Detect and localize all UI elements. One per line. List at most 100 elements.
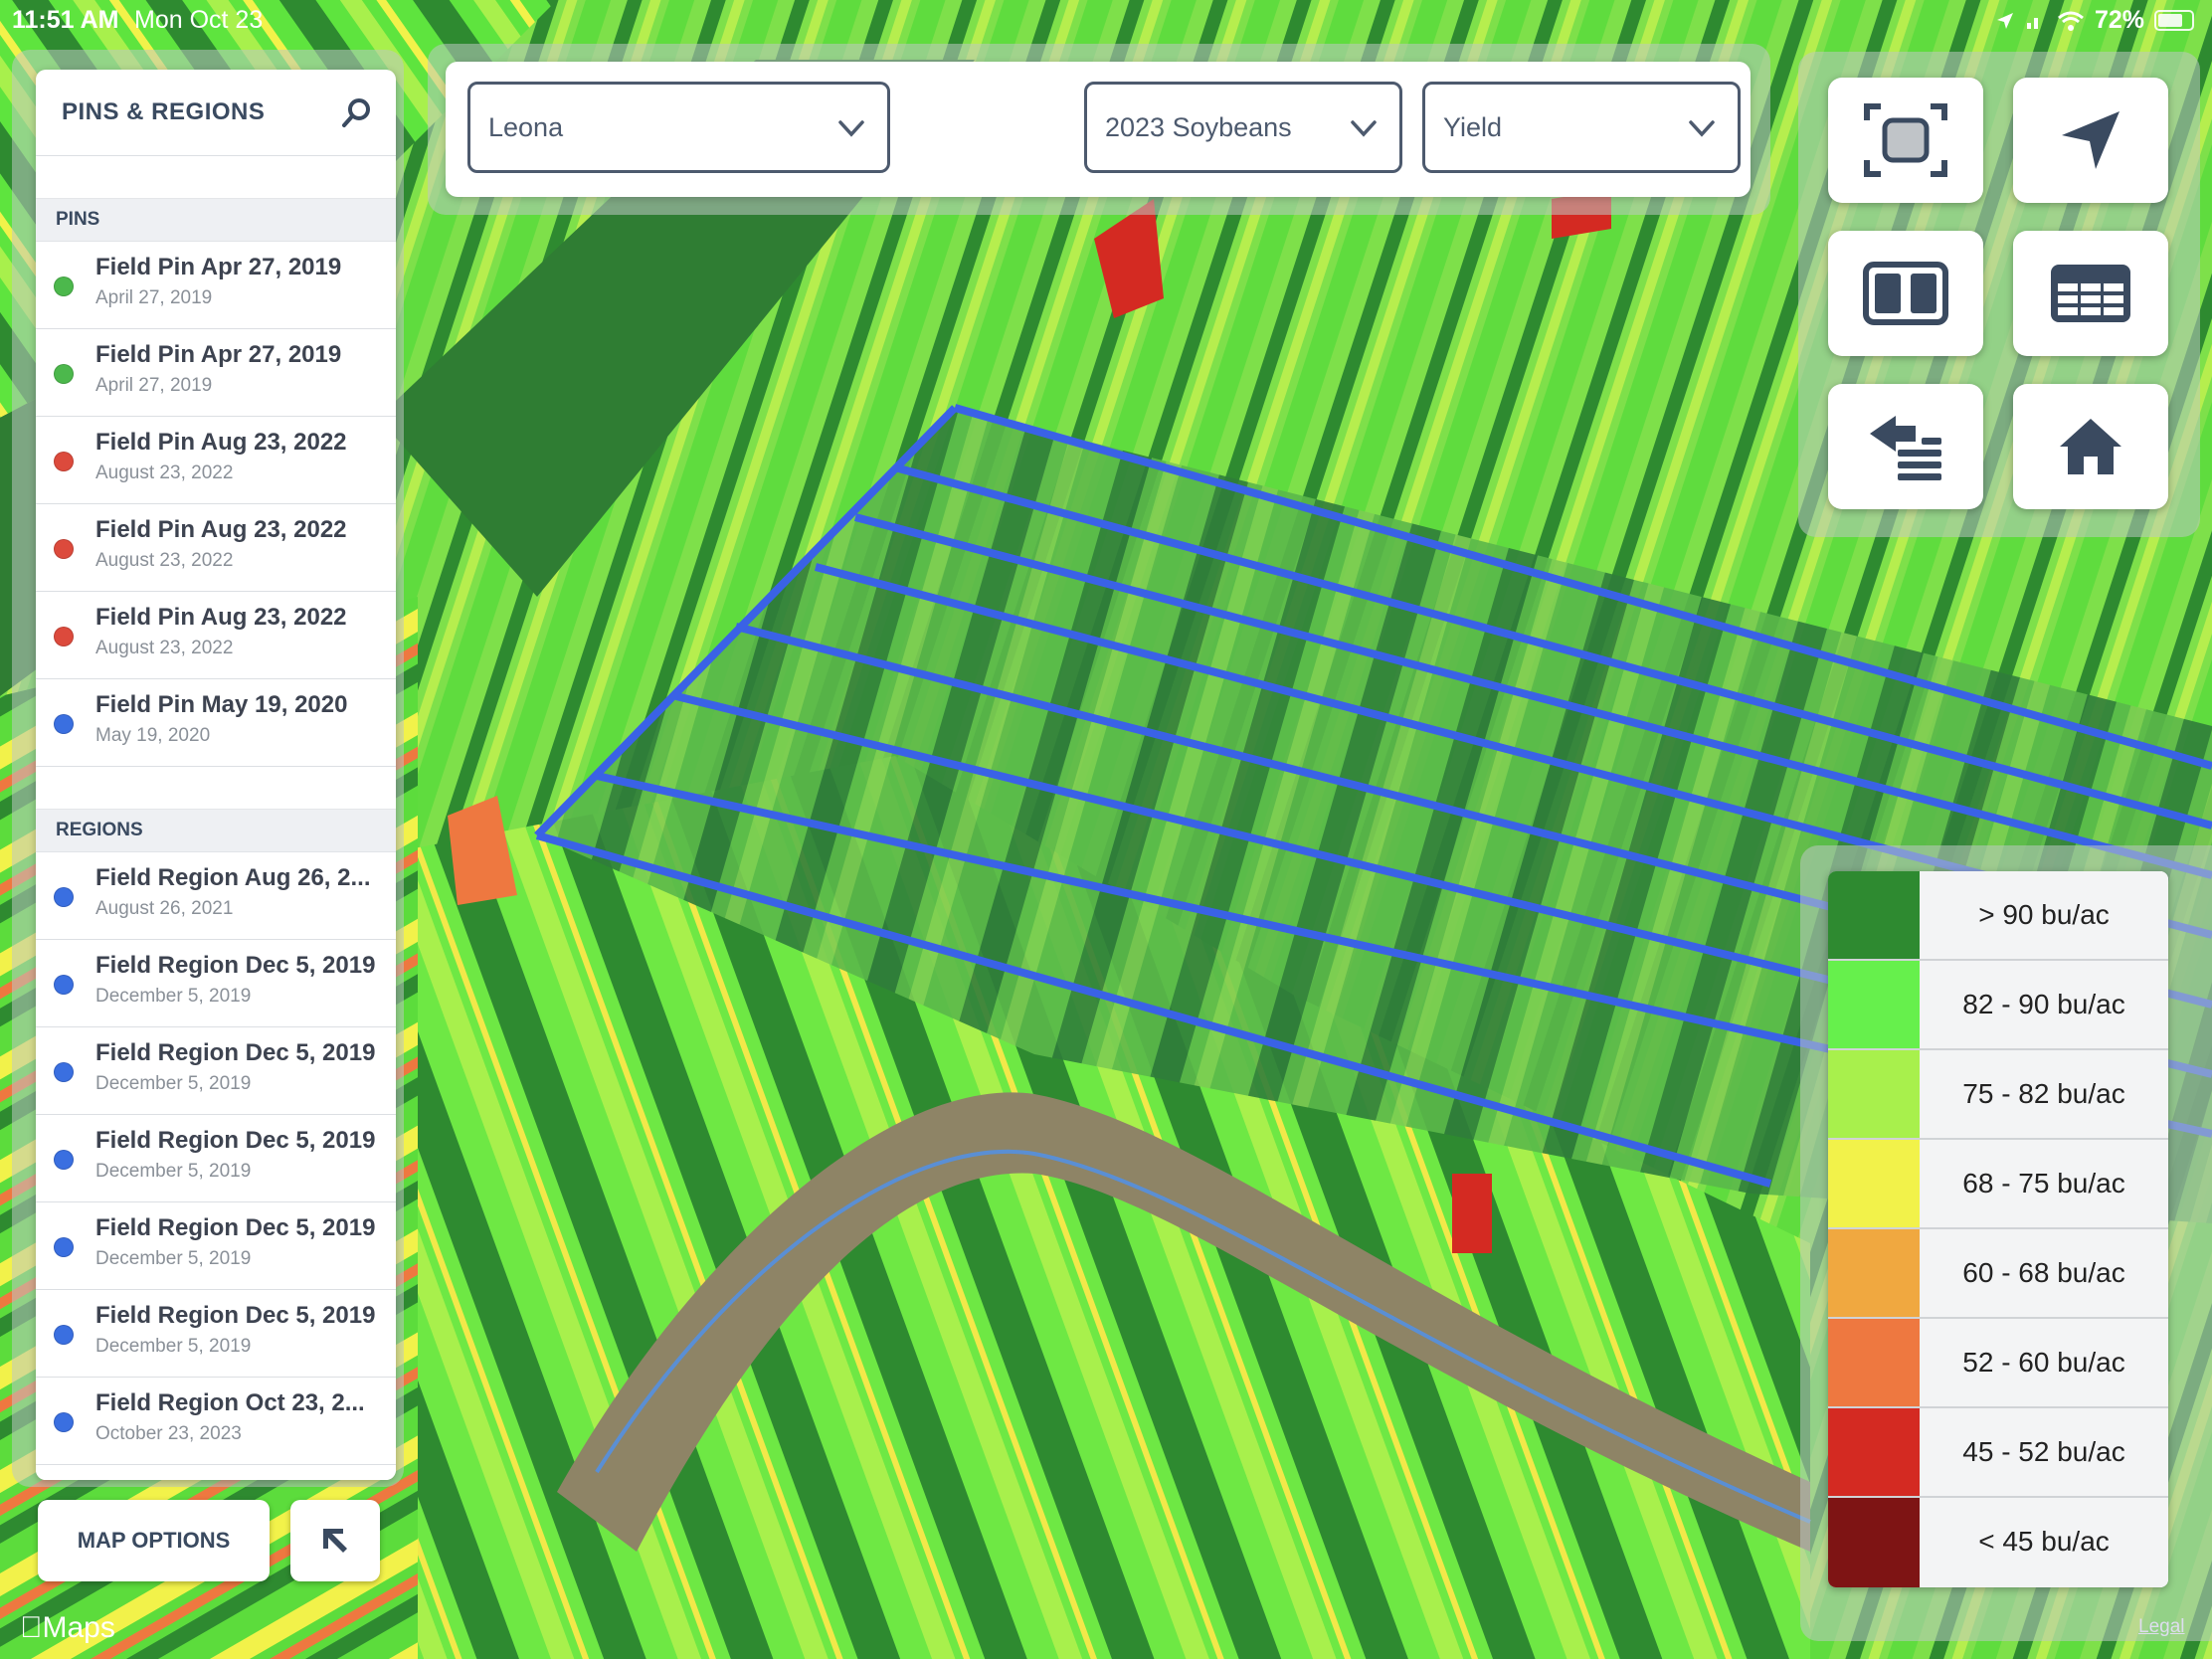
locate-button[interactable] [2013, 78, 2168, 203]
list-item[interactable]: Field Region Dec 5, 2019 December 5, 2019 [36, 1202, 396, 1290]
legend-swatch [1828, 1498, 1920, 1587]
status-bar: 11:51 AM Mon Oct 23 72% [0, 0, 2212, 40]
location-status-icon [1996, 12, 2013, 29]
pins-list: Field Pin Apr 27, 2019 April 27, 2019 Fiel… [36, 242, 396, 767]
legend-row: 68 - 75 bu/ac [1828, 1140, 2168, 1229]
legend-label: 82 - 90 bu/ac [1920, 961, 2168, 1048]
list-item-date: August 23, 2022 [95, 462, 234, 483]
section-spacer [36, 156, 396, 199]
yield-legend: > 90 bu/ac 82 - 90 bu/ac 75 - 82 bu/ac 68 -… [1828, 871, 2168, 1587]
sidebar-title: PINS & REGIONS [62, 98, 266, 125]
legend-swatch [1828, 1408, 1920, 1496]
list-item-date: December 5, 2019 [95, 1161, 252, 1182]
legend-label: 68 - 75 bu/ac [1920, 1140, 2168, 1227]
battery-percent: 72% [2094, 6, 2144, 34]
map-options-button[interactable]: MAP OPTIONS [38, 1500, 270, 1581]
list-item-title: Field Region Dec 5, 2019 [95, 1039, 376, 1066]
status-dot-icon [54, 364, 74, 384]
search-icon[interactable] [340, 95, 374, 129]
apple-maps-attribution: Maps [20, 1611, 115, 1645]
legend-row: 82 - 90 bu/ac [1828, 961, 2168, 1050]
legend-label: > 90 bu/ac [1920, 871, 2168, 959]
regions-list: Field Region Aug 26, 2... August 26, 2021… [36, 852, 396, 1480]
list-item-title: Field Pin Aug 23, 2022 [95, 429, 347, 456]
legend-label: 75 - 82 bu/ac [1920, 1050, 2168, 1138]
fit-extent-button[interactable] [1828, 78, 1983, 203]
season-dropdown-label: 2023 Soybeans [1105, 112, 1292, 142]
status-dot-icon [54, 1325, 74, 1345]
list-item[interactable]: Field Region Aug 26, 2... August 26, 2021 [36, 852, 396, 940]
selector-bar: Leona 2023 Soybeans Yield [428, 44, 1770, 215]
list-item-title: Field Pin Apr 27, 2019 [95, 341, 342, 368]
list-item-title: Field Region Dec 5, 2019 [95, 1214, 376, 1241]
list-item[interactable]: Field Region Dec 5, 2019 December 5, 2019 [36, 1290, 396, 1378]
list-item[interactable]: Field Pin Aug 23, 2022 August 23, 2022 [36, 417, 396, 504]
section-spacer [36, 767, 396, 810]
pins-section-header: PINS [36, 199, 396, 242]
list-item-date: December 5, 2019 [95, 1073, 252, 1094]
list-item[interactable]: Field Region Dec 5, 2019 December 5, 2019 [36, 1115, 396, 1202]
status-dot-icon [54, 1062, 74, 1082]
location-arrow-icon [2062, 111, 2120, 169]
home-icon [2060, 419, 2121, 474]
legal-link[interactable]: Legal [2138, 1616, 2185, 1638]
list-item-date: April 27, 2019 [95, 375, 213, 396]
list-item[interactable]: Field Region Dec 5, 2019 December 5, 2019 [36, 1027, 396, 1115]
list-item[interactable]: Field Region Oct 23, 2...October 23, 202… [36, 1378, 396, 1465]
legend-row: > 90 bu/ac [1828, 871, 2168, 961]
split-view-button[interactable] [1828, 231, 1983, 356]
legend-label: < 45 bu/ac [1920, 1498, 2168, 1587]
status-dot-icon [54, 452, 74, 471]
list-item[interactable]: Field Region Dec 5, 2019 December 5, 2019 [36, 940, 396, 1027]
list-item[interactable]: Field Pin Apr 27, 2019 April 27, 2019 [36, 242, 396, 329]
status-date: Mon Oct 23 [134, 6, 264, 34]
legend-row: < 45 bu/ac [1828, 1498, 2168, 1587]
status-dot-icon [54, 714, 74, 734]
layer-dropdown-label: Yield [1443, 112, 1503, 142]
list-item-date: December 5, 2019 [95, 1336, 252, 1357]
chevron-down-icon [1351, 120, 1377, 137]
list-item[interactable]: Field Region Oct 23, 2...October 23, 202… [36, 1465, 396, 1480]
list-item-title: Field Region Dec 5, 2019 [95, 952, 376, 979]
list-item-date: August 23, 2022 [95, 550, 234, 571]
home-button[interactable] [2013, 384, 2168, 509]
farm-dropdown[interactable]: Leona [467, 82, 890, 173]
layer-dropdown[interactable]: Yield [1422, 82, 1741, 173]
list-item-date: December 5, 2019 [95, 986, 252, 1007]
list-item-title: Field Pin May 19, 2020 [95, 691, 348, 718]
list-item-title: Field Region Dec 5, 2019 [95, 1302, 376, 1329]
list-item[interactable]: Field Pin Aug 23, 2022 August 23, 2022 [36, 504, 396, 592]
table-icon [2051, 265, 2130, 322]
list-item-title: Field Region Aug 26, 2... [95, 864, 371, 891]
fit-extent-icon [1864, 103, 1947, 177]
list-item[interactable]: Field Pin May 19, 2020 May 19, 2020 [36, 679, 396, 767]
layers-swap-button[interactable] [1828, 384, 1983, 509]
legend-swatch [1828, 871, 1920, 959]
status-dot-icon [54, 1412, 74, 1432]
maps-attribution-text: Maps [20, 1611, 115, 1644]
list-item-title: Field Pin Aug 23, 2022 [95, 604, 347, 631]
list-item-date: August 23, 2022 [95, 638, 234, 658]
status-dot-icon [54, 627, 74, 646]
chevron-down-icon [1689, 120, 1715, 137]
list-item-date: May 19, 2020 [95, 725, 211, 746]
list-item-date: April 27, 2019 [95, 287, 213, 308]
status-dot-icon [54, 539, 74, 559]
list-item-title: Field Pin Apr 27, 2019 [95, 254, 342, 280]
chevron-down-icon [838, 120, 864, 137]
legend-row: 52 - 60 bu/ac [1828, 1319, 2168, 1408]
legend-swatch [1828, 1229, 1920, 1317]
list-item[interactable]: Field Pin Aug 23, 2022 August 23, 2022 [36, 592, 396, 679]
selector-bar-inner: Leona 2023 Soybeans Yield [446, 62, 1751, 197]
wifi-icon [2057, 11, 2084, 31]
table-view-button[interactable] [2013, 231, 2168, 356]
legend-row: 75 - 82 bu/ac [1828, 1050, 2168, 1140]
farm-dropdown-label: Leona [488, 112, 564, 142]
collapse-sidebar-button[interactable] [290, 1500, 380, 1581]
list-item-title: Field Region Dec 5, 2019 [95, 1127, 376, 1154]
status-dot-icon [54, 887, 74, 907]
list-item[interactable]: Field Pin Apr 27, 2019 April 27, 2019 [36, 329, 396, 417]
list-item-date: October 23, 2023 [95, 1423, 242, 1444]
signal-icon [2026, 17, 2038, 29]
season-dropdown[interactable]: 2023 Soybeans [1084, 82, 1402, 173]
